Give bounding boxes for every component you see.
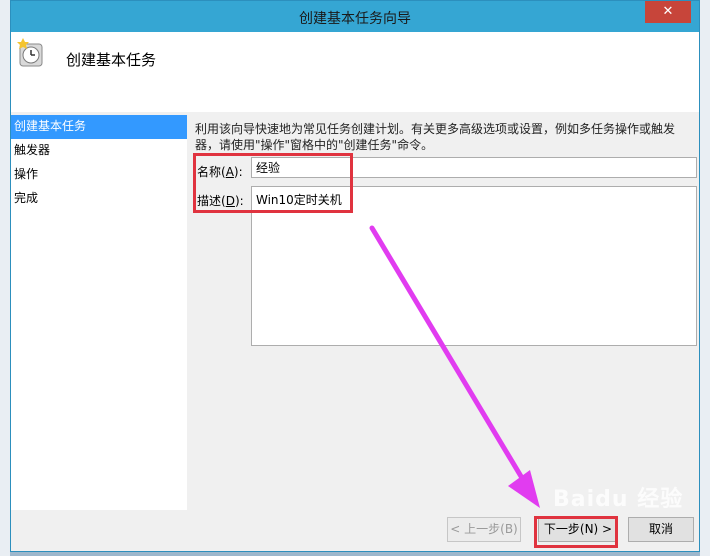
window-title: 创建基本任务向导 bbox=[299, 11, 411, 27]
wizard-steps-sidebar: 创建基本任务 触发器 操作 完成 bbox=[11, 115, 187, 510]
baidu-watermark: Baidu 经验 bbox=[553, 487, 684, 512]
next-button[interactable]: 下一步(N) > bbox=[538, 517, 618, 542]
close-icon: ✕ bbox=[662, 4, 674, 19]
sidebar-item-create-basic-task[interactable]: 创建基本任务 bbox=[11, 115, 187, 139]
back-button[interactable]: < 上一步(B) bbox=[447, 517, 521, 542]
background-right bbox=[700, 0, 710, 556]
wizard-window: 创建基本任务向导 ✕ 创建基本任务 创建基本任务 触发器 操作 完成 利用该向导… bbox=[10, 0, 700, 552]
sidebar-item-finish[interactable]: 完成 bbox=[11, 187, 187, 211]
background-left bbox=[0, 0, 10, 556]
description-label: 描述(D): bbox=[197, 194, 244, 208]
wizard-heading: 创建基本任务 bbox=[66, 51, 157, 69]
intro-text: 利用该向导快速地为常见任务创建计划。有关更多高级选项或设置，例如多任务操作或触发… bbox=[195, 122, 676, 152]
title-bar[interactable]: 创建基本任务向导 ✕ bbox=[11, 1, 699, 32]
description-input[interactable]: Win10定时关机 bbox=[251, 186, 697, 346]
task-clock-icon bbox=[17, 38, 43, 67]
cancel-button[interactable]: 取消 bbox=[628, 517, 694, 542]
sidebar-item-action[interactable]: 操作 bbox=[11, 163, 187, 187]
wizard-header: 创建基本任务 bbox=[11, 32, 699, 112]
name-input[interactable] bbox=[251, 157, 697, 178]
name-label: 名称(A): bbox=[197, 165, 243, 179]
sidebar-item-trigger[interactable]: 触发器 bbox=[11, 139, 187, 163]
close-button[interactable]: ✕ bbox=[645, 1, 691, 23]
